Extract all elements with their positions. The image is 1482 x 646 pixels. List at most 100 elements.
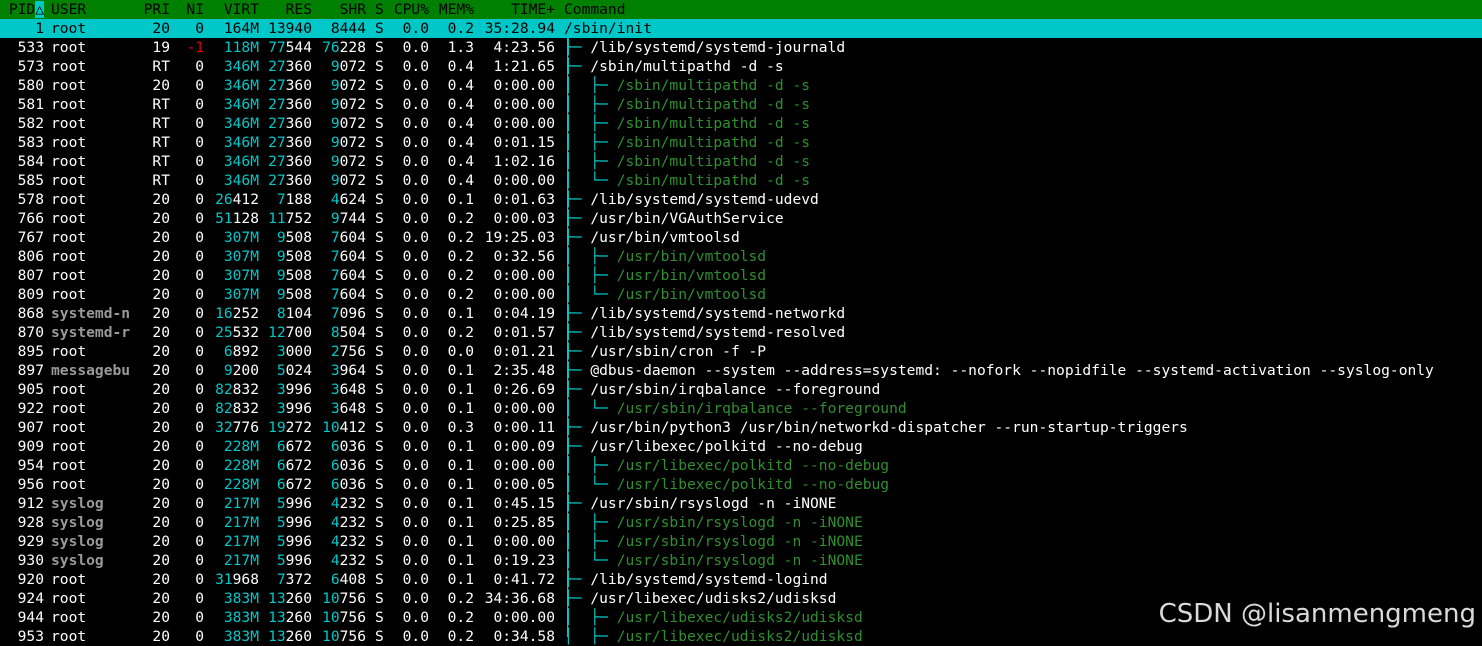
value-high-digits: 27 xyxy=(268,172,286,189)
process-row[interactable]: 533 root 19 -1 118M 77544 76228 S 0.0 1.3 4:23.56 ├… xyxy=(0,38,1482,57)
tree-branch-icon: │ └─ xyxy=(564,552,617,569)
command-text: /lib/systemd/systemd-udevd xyxy=(590,191,819,208)
process-row[interactable]: 1 root 20 0 164M 13940 8444 S 0.0 0.2 35:28.94/sbi… xyxy=(0,19,1482,38)
process-row[interactable]: 573 root RT 0 346M 27360 9072 S 0.0 0.4 1:21.65 ├─ … xyxy=(0,57,1482,76)
value-low-digits: 412 xyxy=(232,191,259,208)
col-header-state[interactable]: S xyxy=(375,0,385,19)
cell-virt: 25532 xyxy=(204,323,259,342)
cell-time: 0:00.00 xyxy=(493,267,555,284)
cell-pri: 20 xyxy=(152,267,170,284)
command-text: /lib/systemd/systemd-resolved xyxy=(590,324,846,341)
process-row[interactable]: 928 syslog 20 0 217M 5996 4232 S 0.0 0.1 0:25.85 │ … xyxy=(0,513,1482,532)
cell-shr: 10412 xyxy=(312,418,366,437)
process-row[interactable]: 767 root 20 0 307M 9508 7604 S 0.0 0.2 19:25.03 ├─ … xyxy=(0,228,1482,247)
cell-ni: 0 xyxy=(195,533,204,550)
col-header-shr[interactable]: SHR xyxy=(312,0,366,19)
value-low-digits: 072 xyxy=(339,77,366,94)
process-row[interactable]: 584 root RT 0 346M 27360 9072 S 0.0 0.4 1:02.16 │ ├… xyxy=(0,152,1482,171)
cell-time: 0:45.15 xyxy=(493,495,555,512)
value-high-digits: 346M xyxy=(223,172,259,189)
cell-res: 27360 xyxy=(259,133,312,152)
cell-cpu: 0.0 xyxy=(402,153,429,170)
process-row[interactable]: 954 root 20 0 228M 6672 6036 S 0.0 0.1 0:00.00 │ ├─… xyxy=(0,456,1482,475)
value-low-digits: 360 xyxy=(285,153,312,170)
process-row[interactable]: 897 messagebu 20 0 9200 5024 3964 S 0.0 0.1 2:35.4… xyxy=(0,361,1482,380)
cell-res: 27360 xyxy=(259,95,312,114)
process-row[interactable]: 582 root RT 0 346M 27360 9072 S 0.0 0.4 0:00.00 │ ├… xyxy=(0,114,1482,133)
col-header-ni[interactable]: NI xyxy=(170,0,204,19)
cell-cpu: 0.0 xyxy=(402,571,429,588)
cell-mem: 0.1 xyxy=(447,571,474,588)
value-high-digits: 13 xyxy=(268,609,286,626)
process-row[interactable]: 578 root 20 0 26412 7188 4624 S 0.0 0.1 0:01.63 ├─ … xyxy=(0,190,1482,209)
cell-pri: 20 xyxy=(152,343,170,360)
col-header-time[interactable]: TIME+ xyxy=(474,0,555,19)
cell-pid: 806 xyxy=(17,248,44,265)
process-row[interactable]: 922 root 20 0 82832 3996 3648 S 0.0 0.1 0:00.00 │ └… xyxy=(0,399,1482,418)
process-row[interactable]: 929 syslog 20 0 217M 5996 4232 S 0.0 0.1 0:00.00 │ … xyxy=(0,532,1482,551)
cell-pri: 20 xyxy=(152,514,170,531)
cell-mem: 0.4 xyxy=(447,77,474,94)
cell-cpu: 0.0 xyxy=(402,248,429,265)
cell-pri: RT xyxy=(152,58,170,75)
col-header-user[interactable]: USER xyxy=(51,0,141,19)
cell-shr: 4232 xyxy=(312,551,366,570)
col-header-pri[interactable]: PRI xyxy=(140,0,170,19)
process-row[interactable]: 809 root 20 0 307M 9508 7604 S 0.0 0.2 0:00.00 │ └─… xyxy=(0,285,1482,304)
process-row[interactable]: 581 root RT 0 346M 27360 9072 S 0.0 0.4 0:00.00 │ ├… xyxy=(0,95,1482,114)
value-high-digits: 9 xyxy=(330,58,340,75)
process-row[interactable]: 807 root 20 0 307M 9508 7604 S 0.0 0.2 0:00.00 │ ├─… xyxy=(0,266,1482,285)
cell-cpu: 0.0 xyxy=(402,286,429,303)
process-row[interactable]: 766 root 20 0 51128 11752 9744 S 0.0 0.2 0:00.03 ├─… xyxy=(0,209,1482,228)
cell-pid: 585 xyxy=(17,172,44,189)
process-row[interactable]: 909 root 20 0 228M 6672 6036 S 0.0 0.1 0:00.09 ├─ /… xyxy=(0,437,1482,456)
col-header-res[interactable]: RES xyxy=(259,0,312,19)
cell-command: ├─ /usr/libexec/udisks2/udisksd xyxy=(564,589,836,608)
value-low-digits: 996 xyxy=(285,552,312,569)
value-high-digits: 26 xyxy=(215,191,233,208)
cell-mem: 0.1 xyxy=(447,305,474,322)
col-header-pid[interactable]: PID△ xyxy=(0,0,44,19)
process-row[interactable]: 585 root RT 0 346M 27360 9072 S 0.0 0.4 0:00.00 │ └… xyxy=(0,171,1482,190)
value-low-digits: 444 xyxy=(339,20,366,37)
col-header-command[interactable]: Command xyxy=(564,0,626,19)
process-row[interactable]: 895 root 20 0 6892 3000 2756 S 0.0 0.0 0:01.21 ├─ /… xyxy=(0,342,1482,361)
cell-shr: 6036 xyxy=(312,475,366,494)
process-row[interactable]: 905 root 20 0 82832 3996 3648 S 0.0 0.1 0:26.69 ├─ … xyxy=(0,380,1482,399)
process-row[interactable]: 580 root 20 0 346M 27360 9072 S 0.0 0.4 0:00.00 │ ├… xyxy=(0,76,1482,95)
cell-pri: 20 xyxy=(152,191,170,208)
value-low-digits: 360 xyxy=(285,115,312,132)
value-high-digits: 3 xyxy=(330,381,340,398)
cell-virt: 307M xyxy=(204,247,259,266)
cell-shr: 7604 xyxy=(312,266,366,285)
process-row[interactable]: 930 syslog 20 0 217M 5996 4232 S 0.0 0.1 0:19.23 │ … xyxy=(0,551,1482,570)
value-high-digits: 27 xyxy=(268,115,286,132)
cell-pid: 956 xyxy=(17,476,44,493)
cell-time: 0:01.63 xyxy=(493,191,555,208)
tree-branch-icon: │ ├─ xyxy=(564,115,617,132)
process-row[interactable]: 583 root RT 0 346M 27360 9072 S 0.0 0.4 0:01.15 │ ├… xyxy=(0,133,1482,152)
cell-user: root xyxy=(51,571,87,588)
cell-res: 6672 xyxy=(259,475,312,494)
cell-virt: 26412 xyxy=(204,190,259,209)
process-row[interactable]: 956 root 20 0 228M 6672 6036 S 0.0 0.1 0:00.05 │ └─… xyxy=(0,475,1482,494)
value-high-digits: 3 xyxy=(330,362,340,379)
cell-pid: 582 xyxy=(17,115,44,132)
value-low-digits: 260 xyxy=(285,609,312,626)
tree-branch-icon: ├─ xyxy=(564,343,591,360)
col-header-virt[interactable]: VIRT xyxy=(204,0,259,19)
col-header-mem[interactable]: MEM% xyxy=(429,0,474,19)
process-row[interactable]: 870 systemd-r 20 0 25532 12700 8504 S 0.0 0.2 0:01… xyxy=(0,323,1482,342)
value-high-digits: 383M xyxy=(223,590,259,607)
process-row[interactable]: 806 root 20 0 307M 9508 7604 S 0.0 0.2 0:32.56 │ ├─… xyxy=(0,247,1482,266)
cell-res: 27360 xyxy=(259,152,312,171)
cell-mem: 0.4 xyxy=(447,96,474,113)
value-high-digits: 228M xyxy=(223,457,259,474)
cell-user: systemd-r xyxy=(51,324,131,341)
value-high-digits: 5 xyxy=(276,514,286,531)
process-row[interactable]: 912 syslog 20 0 217M 5996 4232 S 0.0 0.1 0:45.15 ├─… xyxy=(0,494,1482,513)
process-row[interactable]: 868 systemd-n 20 0 16252 8104 7096 S 0.0 0.1 0:04.… xyxy=(0,304,1482,323)
col-header-cpu[interactable]: CPU% xyxy=(385,0,429,19)
process-row[interactable]: 920 root 20 0 31968 7372 6408 S 0.0 0.1 0:41.72 ├─ … xyxy=(0,570,1482,589)
process-row[interactable]: 907 root 20 0 32776 19272 10412 S 0.0 0.3 0:00.11 ├… xyxy=(0,418,1482,437)
